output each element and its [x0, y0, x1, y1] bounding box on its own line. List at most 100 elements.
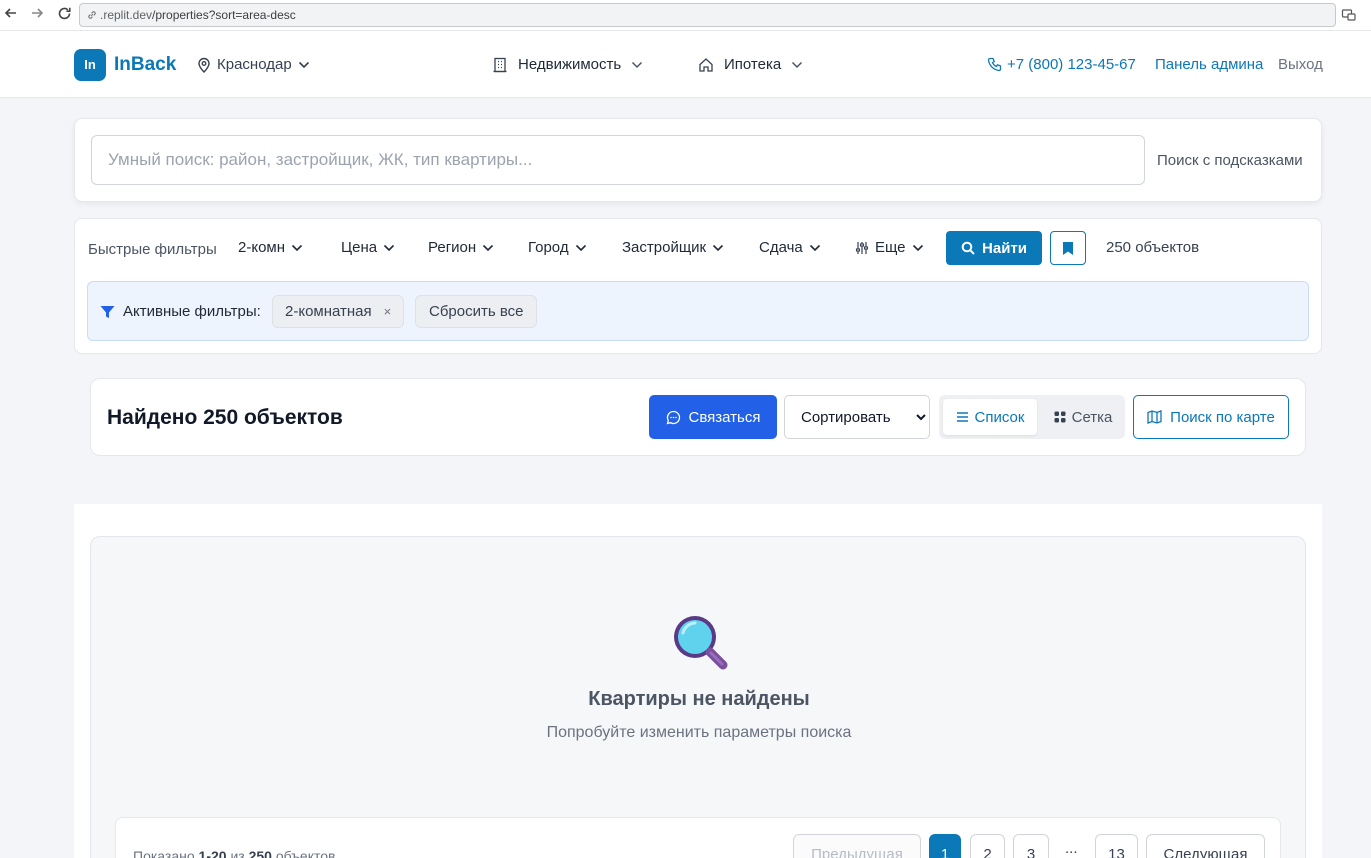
- sort-select[interactable]: Сортировать: [784, 395, 930, 439]
- map-icon: [1147, 410, 1162, 424]
- grid-icon: [1054, 411, 1066, 423]
- shown-count: Показано 1-20 из 250 объектов: [133, 848, 335, 858]
- tab-search-icon[interactable]: [1341, 7, 1357, 23]
- admin-panel-link[interactable]: Панель админа: [1155, 56, 1263, 73]
- prev-page-button[interactable]: Предыдущая: [793, 834, 921, 858]
- chevron-down-icon: [809, 244, 820, 251]
- map-search-button[interactable]: Поиск по карте: [1133, 395, 1289, 439]
- filter-rooms-label: 2-комн: [238, 239, 286, 256]
- bookmark-icon: [1063, 241, 1073, 255]
- chevron-down-icon: [483, 244, 494, 251]
- chevron-down-icon: [384, 244, 395, 251]
- chevron-down-icon: [291, 244, 303, 251]
- logo-text[interactable]: InBack: [114, 54, 176, 76]
- reload-icon[interactable]: [55, 6, 73, 24]
- view-list-label: Список: [974, 408, 1025, 426]
- forward-arrow-icon[interactable]: [28, 6, 46, 24]
- filter-developer-label: Застройщик: [622, 239, 707, 256]
- filter-price[interactable]: Цена: [341, 239, 395, 256]
- filter-completion[interactable]: Сдача: [759, 239, 821, 256]
- results-title: Найдено 250 объектов: [107, 406, 343, 429]
- smart-search-input[interactable]: [91, 135, 1145, 185]
- next-page-button[interactable]: Следующая: [1146, 834, 1265, 858]
- logout-link[interactable]: Выход: [1278, 56, 1323, 73]
- empty-state-title: Квартиры не найдены: [588, 688, 810, 710]
- page-button-3[interactable]: 3: [1013, 834, 1049, 858]
- find-button[interactable]: Найти: [946, 231, 1042, 265]
- search-card: Поиск с подсказками: [74, 118, 1322, 202]
- filter-rooms[interactable]: 2-комн: [238, 239, 303, 256]
- view-toggle: Список Сетка: [939, 395, 1125, 439]
- filter-more[interactable]: Еще: [855, 239, 924, 256]
- shown-suffix: объектов: [275, 848, 336, 858]
- empty-state-subtitle: Попробуйте изменить параметры поиска: [546, 724, 852, 741]
- magnifier-icon: [674, 616, 728, 670]
- list-icon: [956, 412, 968, 422]
- menu-real-estate[interactable]: Недвижимость: [492, 56, 643, 73]
- filter-developer[interactable]: Застройщик: [622, 239, 724, 256]
- results-toolbar: Найдено 250 объектов Связаться Сортирова…: [90, 378, 1306, 456]
- chevron-down-icon: [792, 61, 803, 68]
- search-hint: Поиск с подсказками: [1157, 152, 1303, 169]
- logo-badge[interactable]: In: [74, 49, 106, 81]
- menu-real-estate-label: Недвижимость: [518, 56, 622, 73]
- filter-city-label: Город: [528, 239, 569, 256]
- remove-filter-icon[interactable]: ×: [384, 304, 392, 319]
- funnel-icon: [100, 305, 115, 318]
- sliders-icon: [855, 241, 869, 254]
- page-button-last[interactable]: 13: [1095, 834, 1138, 858]
- city-label: Краснодар: [217, 56, 292, 73]
- objects-count: 250 объектов: [1106, 239, 1200, 256]
- filter-region[interactable]: Регион: [428, 239, 494, 256]
- filter-city[interactable]: Город: [528, 239, 587, 256]
- chevron-down-icon: [912, 244, 923, 251]
- active-filter-tag-label: 2-комнатная: [285, 303, 372, 320]
- shown-prefix: Показано: [133, 848, 195, 858]
- chevron-down-icon: [713, 244, 724, 251]
- filter-completion-label: Сдача: [759, 239, 803, 256]
- active-filter-tag[interactable]: 2-комнатная ×: [272, 295, 405, 328]
- reset-all-button[interactable]: Сбросить все: [415, 295, 538, 328]
- menu-mortgage-label: Ипотека: [724, 56, 782, 73]
- pagination-bar: Показано 1-20 из 250 объектов Предыдущая…: [115, 817, 1281, 858]
- search-icon: [961, 241, 975, 255]
- home-icon: [699, 57, 713, 72]
- empty-state: Квартиры не найдены Попробуйте изменить …: [90, 536, 1306, 858]
- active-filters-label: Активные фильтры:: [100, 303, 261, 320]
- view-grid-label: Сетка: [1071, 408, 1113, 426]
- map-pin-icon: [198, 57, 210, 73]
- filter-more-label: Еще: [875, 239, 906, 256]
- view-grid-button[interactable]: Сетка: [1041, 399, 1125, 435]
- url-text: .replit.dev/properties?sort=area-desc: [100, 8, 296, 22]
- active-filters-text: Активные фильтры:: [123, 303, 261, 320]
- active-filters-bar: Активные фильтры: 2-комнатная × Сбросить…: [87, 281, 1309, 341]
- phone-icon: [987, 57, 1002, 72]
- shown-range: 1-20: [198, 848, 227, 858]
- find-button-label: Найти: [982, 239, 1027, 257]
- chat-icon: [666, 410, 680, 424]
- filters-panel: Быстрые фильтры 2-комн Цена Регион Город…: [74, 218, 1322, 354]
- shown-of: из: [230, 848, 245, 858]
- shown-total: 250: [248, 848, 272, 858]
- phone-number: +7 (800) 123-45-67: [1007, 56, 1136, 73]
- view-list-button[interactable]: Список: [943, 399, 1037, 435]
- browser-toolbar: .replit.dev/properties?sort=area-desc: [0, 0, 1371, 31]
- page-button-1[interactable]: 1: [929, 834, 961, 858]
- chevron-down-icon: [575, 244, 586, 251]
- contact-button-label: Связаться: [688, 408, 761, 426]
- back-arrow-icon[interactable]: [2, 6, 20, 24]
- chevron-down-icon: [632, 61, 643, 68]
- map-search-label: Поиск по карте: [1170, 408, 1275, 426]
- building-icon: [493, 57, 507, 72]
- city-selector[interactable]: Краснодар: [197, 56, 310, 73]
- save-search-button[interactable]: [1050, 231, 1086, 265]
- quick-filters-label: Быстрые фильтры: [88, 241, 217, 258]
- address-bar[interactable]: .replit.dev/properties?sort=area-desc: [79, 3, 1336, 27]
- phone-link[interactable]: +7 (800) 123-45-67: [987, 56, 1136, 73]
- page-button-2[interactable]: 2: [970, 834, 1005, 858]
- link-icon: [88, 11, 96, 19]
- site-header: In InBack Краснодар Недвижимость Ипотека…: [0, 31, 1371, 98]
- page-ellipsis: ...: [1065, 840, 1078, 857]
- menu-mortgage[interactable]: Ипотека: [698, 56, 803, 73]
- contact-button[interactable]: Связаться: [649, 395, 777, 439]
